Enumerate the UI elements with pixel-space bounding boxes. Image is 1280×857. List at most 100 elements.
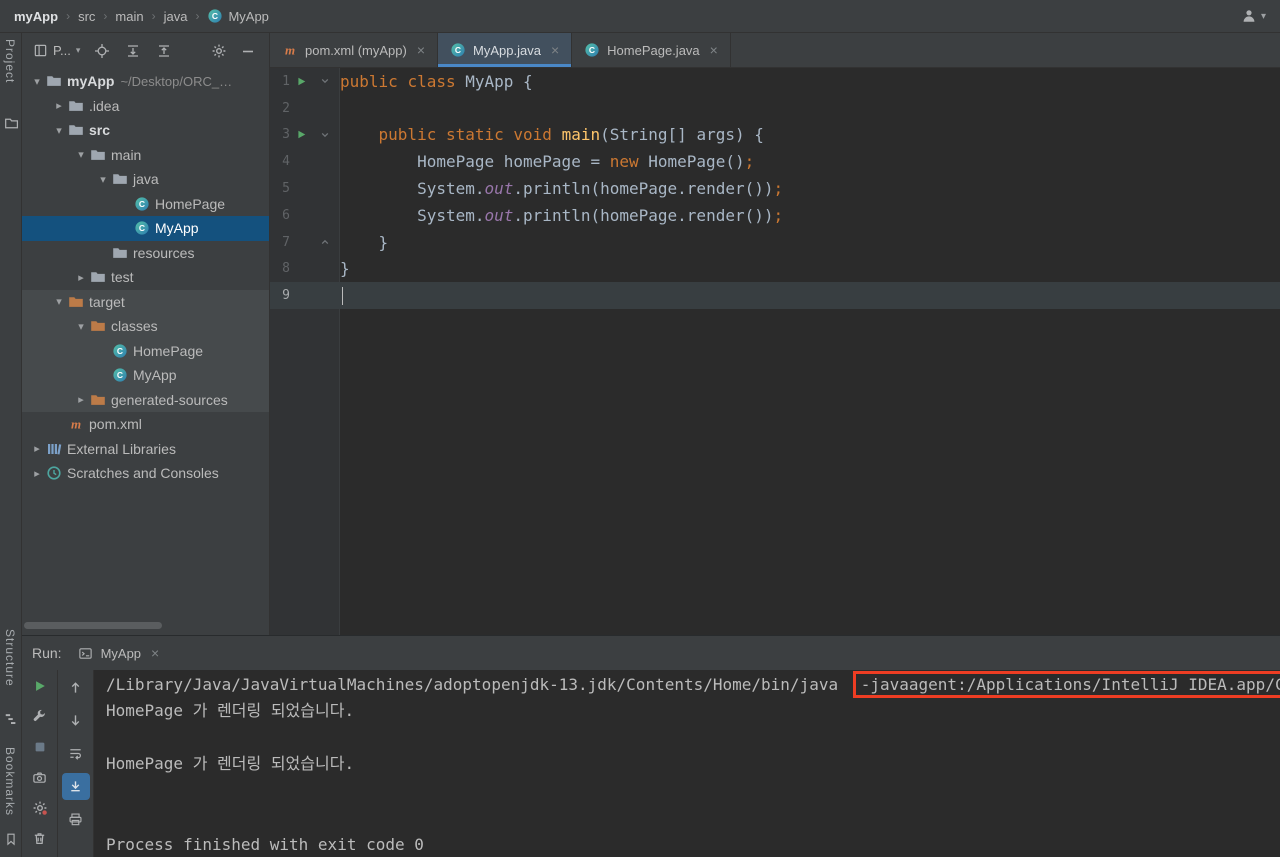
run-line-icon[interactable]	[290, 129, 312, 140]
soft-wrap-icon[interactable]	[62, 740, 90, 767]
code-line-9[interactable]: 9	[270, 282, 1280, 310]
code-line-8[interactable]: 8}	[270, 256, 1280, 283]
tree-item-test[interactable]: ▸ test	[22, 265, 269, 290]
breadcrumb-item-main[interactable]: main	[115, 9, 143, 24]
tree-item-myapp[interactable]: ▾ myApp ~/Desktop/ORC_…	[22, 69, 269, 94]
chevron-down-icon[interactable]: ▾	[50, 124, 68, 137]
project-view-selector[interactable]: P... ▾	[32, 43, 80, 59]
trash-icon[interactable]	[26, 827, 54, 852]
breadcrumb-item-myapp[interactable]: myApp	[14, 9, 58, 24]
close-icon[interactable]: ×	[417, 42, 425, 58]
horizontal-scrollbar[interactable]	[22, 622, 270, 629]
chevron-right-icon[interactable]: ▸	[72, 271, 90, 284]
chevron-down-icon[interactable]: ▾	[28, 75, 46, 88]
close-icon[interactable]: ×	[551, 42, 559, 58]
tree-item-classes[interactable]: ▾ classes	[22, 314, 269, 339]
down-arrow-icon[interactable]	[62, 707, 90, 734]
code-line-5[interactable]: 5 System.out.println(homePage.render());	[270, 175, 1280, 202]
tool-stripe-structure[interactable]: Structure	[3, 629, 17, 692]
code-line-4[interactable]: 4 HomePage homePage = new HomePage();	[270, 148, 1280, 175]
console-output[interactable]: /Library/Java/JavaVirtualMachines/adopto…	[94, 670, 1280, 857]
line-number: 3	[282, 127, 290, 143]
locate-icon[interactable]	[93, 42, 111, 60]
code-text: System.out.println(homePage.render());	[340, 179, 784, 199]
chevron-down-icon[interactable]: ▾	[50, 295, 68, 308]
camera-icon[interactable]	[26, 766, 54, 791]
tree-item-homepage[interactable]: C HomePage	[22, 192, 269, 217]
tree-item-pom-xml[interactable]: m pom.xml	[22, 412, 269, 437]
tree-item-src[interactable]: ▾ src	[22, 118, 269, 143]
tree-item-homepage[interactable]: C HomePage	[22, 338, 269, 363]
run-line-icon[interactable]	[290, 76, 312, 87]
bookmark-icon[interactable]	[3, 831, 19, 847]
console-line: HomePage 가 렌더링 되었습니다.	[106, 698, 1280, 725]
tool-stripe-bookmarks[interactable]: Bookmarks	[3, 747, 17, 821]
stop-icon[interactable]	[26, 735, 54, 760]
tree-item-target[interactable]: ▾ target	[22, 289, 269, 314]
chevron-right-icon[interactable]: ▸	[28, 467, 46, 480]
fold-start-icon[interactable]	[312, 130, 338, 140]
tree-item--idea[interactable]: ▸ .idea	[22, 94, 269, 119]
run-tab-myapp[interactable]: MyApp ×	[78, 645, 159, 661]
chevron-down-icon[interactable]: ▾	[72, 148, 90, 161]
fold-end-icon[interactable]	[312, 237, 338, 247]
hierarchy-icon[interactable]	[3, 711, 19, 727]
tree-item-external-libraries[interactable]: ▸ External Libraries	[22, 437, 269, 462]
scrollbar-thumb[interactable]	[24, 622, 162, 629]
tool-stripe-project[interactable]: Project	[3, 39, 17, 88]
breadcrumb-item-java[interactable]: java	[164, 9, 188, 24]
tree-item-myapp[interactable]: C MyApp	[22, 216, 269, 241]
user-menu[interactable]: ▾	[1241, 8, 1266, 24]
tree-item-main[interactable]: ▾ main	[22, 143, 269, 168]
up-arrow-icon[interactable]	[62, 674, 90, 701]
wrench-icon[interactable]	[26, 705, 54, 730]
tab-myapp-java[interactable]: C MyApp.java ×	[438, 33, 573, 67]
gear-icon[interactable]	[26, 796, 54, 821]
ide-root: myApp › src › main › java › C MyApp ▾ Project Str…	[0, 0, 1280, 857]
scroll-to-end-icon[interactable]	[61, 773, 90, 800]
expand-all-icon[interactable]	[124, 42, 142, 60]
code-line-7[interactable]: 7 }	[270, 229, 1280, 256]
line-number: 6	[282, 207, 290, 223]
breadcrumb-item-src[interactable]: src	[78, 9, 95, 24]
print-icon[interactable]	[62, 806, 90, 833]
tab-pom-xml-myapp-[interactable]: m pom.xml (myApp) ×	[270, 33, 439, 67]
excluded-folder-icon	[68, 294, 84, 310]
breadcrumb-item-myapp[interactable]: C MyApp	[207, 8, 269, 24]
hide-icon[interactable]	[239, 42, 257, 60]
tree-item-generated-sources[interactable]: ▸ generated-sources	[22, 387, 269, 412]
class-icon: C	[584, 42, 600, 58]
code-line-6[interactable]: 6 System.out.println(homePage.render());	[270, 202, 1280, 229]
code-line-3[interactable]: 3 public static void main(String[] args)…	[270, 122, 1280, 149]
chevron-right-icon[interactable]: ▸	[50, 99, 68, 112]
line-number: 1	[282, 73, 290, 89]
code-editor[interactable]: 1 public class MyApp {2 3 public static vo…	[270, 68, 1280, 635]
chevron-down-icon[interactable]: ▾	[72, 320, 90, 333]
collapse-all-icon[interactable]	[155, 42, 173, 60]
tree-item-label: src	[89, 122, 111, 139]
chevron-down-icon[interactable]: ▾	[94, 173, 112, 186]
rerun-icon[interactable]	[26, 674, 54, 699]
tree-item-java[interactable]: ▾ java	[22, 167, 269, 192]
code-line-2[interactable]: 2	[270, 95, 1280, 122]
project-tool-icon[interactable]	[3, 115, 19, 131]
tree-item-myapp[interactable]: C MyApp	[22, 363, 269, 388]
project-panel-toolbar	[93, 42, 173, 60]
code-line-1[interactable]: 1 public class MyApp {	[270, 68, 1280, 95]
code-text: public static void main(String[] args) {	[378, 125, 764, 145]
tab-homepage-java[interactable]: C HomePage.java ×	[572, 33, 731, 67]
left-tool-stripe: Project Structure Bookmarks	[0, 33, 22, 857]
tree-item-label: MyApp	[133, 367, 177, 384]
chevron-right-icon[interactable]: ▸	[28, 442, 46, 455]
tree-item-label: classes	[111, 318, 158, 335]
close-icon[interactable]: ×	[151, 645, 159, 661]
breadcrumb-separator: ›	[103, 9, 108, 23]
top-bar: myApp › src › main › java › C MyApp ▾	[0, 0, 1280, 33]
tree-item-resources[interactable]: resources	[22, 241, 269, 266]
settings-gear-icon[interactable]	[210, 42, 228, 60]
close-icon[interactable]: ×	[710, 42, 718, 58]
chevron-right-icon[interactable]: ▸	[72, 393, 90, 406]
fold-start-icon[interactable]	[312, 76, 338, 86]
tree-item-scratches-and-consoles[interactable]: ▸ Scratches and Consoles	[22, 461, 269, 486]
tree-item-label: HomePage	[133, 342, 204, 359]
